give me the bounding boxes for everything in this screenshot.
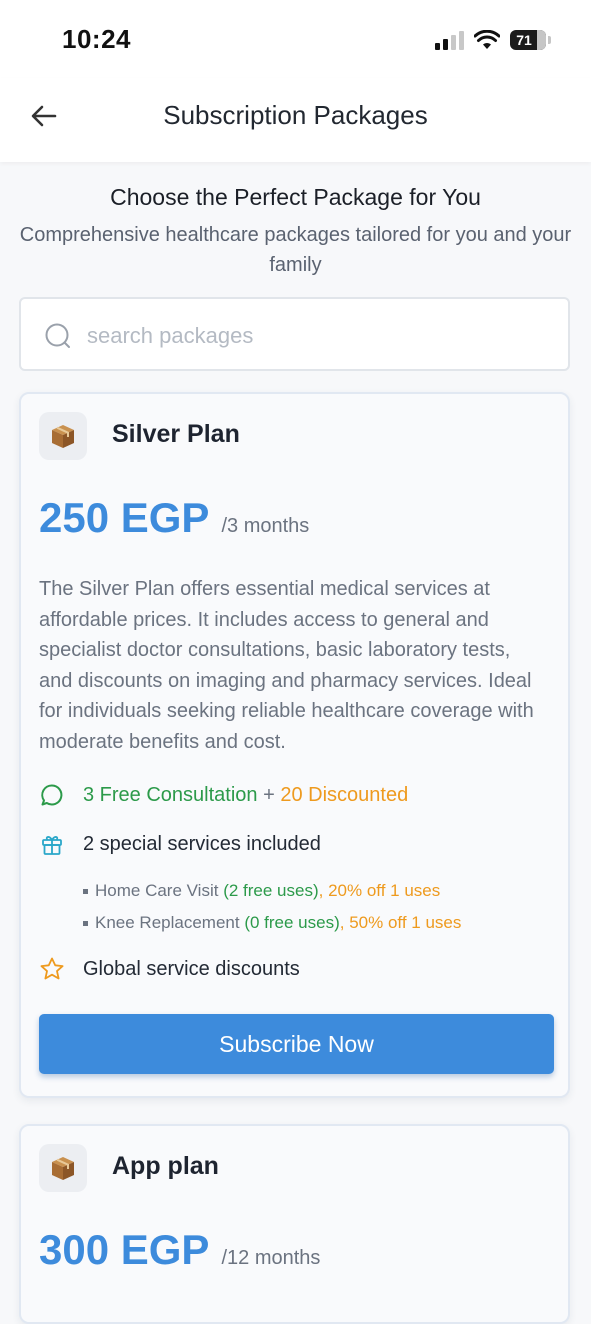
- service-discount: 50% off 1 uses: [349, 913, 462, 932]
- global-discounts-feature: Global service discounts: [39, 956, 300, 982]
- consultation-feature: 3 Free Consultation + 20 Discounted: [39, 782, 408, 808]
- status-bar: 10:24 71: [0, 0, 591, 78]
- signal-icon: [435, 30, 464, 50]
- status-time: 10:24: [62, 24, 131, 54]
- free-consultations: 3 Free Consultation: [83, 783, 258, 806]
- plan-price: 250 EGP: [39, 494, 210, 541]
- service-discount: 20% off 1 uses: [328, 881, 441, 900]
- app-bar: Subscription Packages: [0, 78, 591, 162]
- discounted-consultations: 20 Discounted: [280, 783, 409, 806]
- status-icons: 71: [435, 27, 551, 53]
- special-services-list: Home Care Visit (2 free uses), 20% off 1…: [83, 875, 461, 939]
- battery-level: 71: [516, 32, 532, 48]
- plan-name: App plan: [112, 1152, 219, 1180]
- service-item-home-care: Home Care Visit (2 free uses), 20% off 1…: [83, 875, 461, 907]
- chat-bubble-icon: [41, 784, 63, 806]
- intro-title: Choose the Perfect Package for You: [110, 184, 481, 210]
- package-card-silver: Silver Plan 250 EGP /3 months The Silver…: [19, 392, 570, 1098]
- service-name: Home Care Visit: [95, 881, 219, 900]
- star-icon: [40, 957, 64, 980]
- gift-icon: [42, 836, 62, 855]
- package-icon: [39, 1144, 87, 1192]
- service-name: Knee Replacement: [95, 913, 240, 932]
- package-card-app: App plan 300 EGP /12 months: [19, 1124, 570, 1324]
- plan-period: /12 months: [221, 1247, 321, 1269]
- global-discounts-label: Global service discounts: [83, 957, 300, 980]
- wifi-icon: [474, 30, 500, 49]
- special-services-feature: 2 special services included: [39, 831, 321, 857]
- plus-sign: +: [257, 783, 281, 806]
- intro-subtitle: Comprehensive healthcare packages tailor…: [19, 224, 572, 276]
- search-box[interactable]: [19, 297, 570, 371]
- search-icon: [45, 323, 70, 348]
- plan-period: /3 months: [221, 515, 310, 537]
- battery-icon: 71: [510, 30, 546, 50]
- service-item-knee-replacement: Knee Replacement (0 free uses), 50% off …: [83, 907, 461, 939]
- price-row: 300 EGP /12 months: [39, 1226, 320, 1274]
- package-icon: [39, 412, 87, 460]
- service-free-uses: (0 free uses): [244, 913, 340, 932]
- plan-description: The Silver Plan offers essential medical…: [39, 578, 534, 753]
- page-title: Subscription Packages: [163, 100, 428, 130]
- price-row: 250 EGP /3 months: [39, 494, 309, 542]
- plan-name: Silver Plan: [112, 420, 240, 448]
- plan-price: 300 EGP: [39, 1226, 210, 1273]
- special-services-label: 2 special services included: [83, 832, 321, 855]
- service-free-uses: (2 free uses): [223, 881, 319, 900]
- subscribe-button[interactable]: Subscribe Now: [39, 1014, 554, 1074]
- search-input[interactable]: [85, 315, 549, 357]
